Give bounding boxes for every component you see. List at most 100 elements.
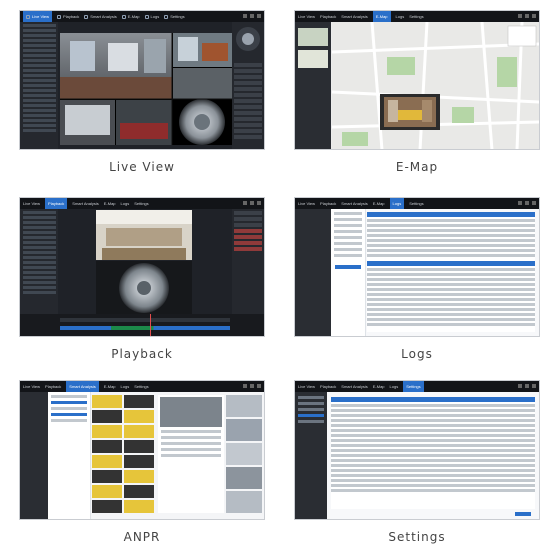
- logs-card: Live View Playback Smart Analysis E-Map …: [294, 197, 540, 361]
- window-controls[interactable]: [518, 384, 536, 388]
- tab-playback[interactable]: Playback: [45, 198, 68, 209]
- device-tree[interactable]: [20, 209, 58, 314]
- settings-card: Live View Playback Smart Analysis E-Map …: [294, 380, 540, 544]
- tab-live-view[interactable]: Live View: [23, 201, 40, 206]
- tab-smart-analysis[interactable]: Smart Analysis: [341, 201, 367, 206]
- playback-timeline[interactable]: [20, 314, 264, 336]
- window-controls[interactable]: [518, 14, 536, 18]
- plate-grid[interactable]: [92, 395, 154, 513]
- anpr-screenshot[interactable]: Live View Playback Smart Analysis E-Map …: [19, 380, 265, 520]
- tab-logs[interactable]: Logs: [144, 14, 159, 19]
- tab-live-view[interactable]: Live View: [298, 384, 315, 389]
- tab-label: Playback: [48, 201, 65, 206]
- map-thumbnail[interactable]: [298, 28, 328, 46]
- map-list-panel[interactable]: [295, 22, 331, 149]
- tab-smart-analysis[interactable]: Smart Analysis: [341, 384, 367, 389]
- tab-label: Smart Analysis: [72, 201, 99, 206]
- anpr-detail-panel[interactable]: [158, 395, 224, 513]
- logs-table[interactable]: [367, 212, 535, 332]
- tab-smart-analysis[interactable]: Smart Analysis: [66, 381, 99, 392]
- playback-video[interactable]: [96, 210, 192, 314]
- tab-e-map[interactable]: E-Map: [121, 14, 140, 19]
- tab-settings[interactable]: Settings: [164, 14, 185, 19]
- tab-e-map[interactable]: E-Map: [373, 201, 385, 206]
- tab-playback[interactable]: Playback: [45, 384, 61, 389]
- table-header: [331, 397, 535, 402]
- tab-label: Smart Analysis: [341, 384, 368, 389]
- tab-smart-analysis[interactable]: Smart Analysis: [84, 14, 117, 19]
- tab-label: Playback: [63, 14, 80, 19]
- tab-settings[interactable]: Settings: [409, 14, 423, 19]
- device-tree[interactable]: [20, 22, 58, 149]
- logs-filter-panel[interactable]: [331, 209, 366, 336]
- caption-e-map: E-Map: [395, 160, 439, 174]
- e-map-screenshot[interactable]: Live View Playback Smart Analysis E-Map …: [294, 10, 540, 150]
- settings-nav[interactable]: [295, 392, 327, 519]
- ptz-panel[interactable]: [232, 22, 264, 149]
- tab-settings[interactable]: Settings: [409, 201, 423, 206]
- tab-live-view[interactable]: Live View: [298, 201, 315, 206]
- window-controls[interactable]: [243, 201, 261, 205]
- window-controls[interactable]: [518, 201, 536, 205]
- live-view-screenshot[interactable]: Live View Playback Smart Analysis E-Map …: [19, 10, 265, 150]
- tab-live-view[interactable]: Live View: [23, 384, 40, 389]
- tab-label: Settings: [406, 384, 421, 389]
- table-header: [367, 212, 535, 217]
- tab-e-map[interactable]: E-Map: [373, 384, 385, 389]
- tab-settings[interactable]: Settings: [403, 381, 424, 392]
- tab-settings[interactable]: Settings: [134, 201, 148, 206]
- tab-label: Settings: [170, 14, 185, 19]
- caption-anpr: ANPR: [123, 530, 161, 544]
- tab-label: Smart Analysis: [341, 201, 368, 206]
- camera-feeds: [60, 33, 232, 145]
- tab-playback[interactable]: Playback: [320, 14, 336, 19]
- analysis-icon: [84, 14, 89, 19]
- tab-label: Logs: [389, 384, 399, 389]
- tab-live-view[interactable]: Live View: [23, 11, 53, 22]
- tab-smart-analysis[interactable]: Smart Analysis: [72, 201, 98, 206]
- vehicle-image: [160, 397, 222, 427]
- tab-logs[interactable]: Logs: [389, 198, 405, 209]
- tab-label: Playback: [320, 384, 337, 389]
- tab-label: Playback: [320, 201, 337, 206]
- playback-right-panel[interactable]: [232, 209, 264, 314]
- anpr-device-list[interactable]: [48, 392, 91, 519]
- settings-save-button[interactable]: [515, 512, 531, 516]
- tab-label: Live View: [23, 384, 41, 389]
- search-button[interactable]: [335, 265, 361, 269]
- tab-e-map[interactable]: E-Map: [104, 384, 116, 389]
- tab-label: Logs: [120, 201, 130, 206]
- ptz-joystick[interactable]: [232, 22, 264, 56]
- gear-icon: [164, 14, 169, 19]
- tab-settings[interactable]: Settings: [134, 384, 148, 389]
- tab-playback[interactable]: Playback: [320, 384, 336, 389]
- tab-logs[interactable]: Logs: [390, 384, 399, 389]
- tab-label: Logs: [392, 201, 402, 206]
- tab-logs[interactable]: Logs: [121, 384, 130, 389]
- playback-card: Live View Playback Smart Analysis E-Map …: [19, 197, 265, 361]
- video-grid[interactable]: [60, 33, 232, 145]
- tab-e-map[interactable]: E-Map: [372, 11, 391, 22]
- tab-label: Playback: [320, 14, 337, 19]
- logs-screenshot[interactable]: Live View Playback Smart Analysis E-Map …: [294, 197, 540, 337]
- tab-label: Live View: [32, 14, 50, 19]
- tab-label: E-Map: [103, 201, 116, 206]
- tab-logs[interactable]: Logs: [396, 14, 405, 19]
- map-canvas[interactable]: [332, 22, 540, 150]
- tab-live-view[interactable]: Live View: [298, 14, 315, 19]
- tab-label: E-Map: [372, 201, 385, 206]
- window-controls[interactable]: [243, 14, 261, 18]
- tab-label: E-Map: [103, 384, 116, 389]
- tab-playback[interactable]: Playback: [320, 201, 336, 206]
- timeline-cursor: [150, 314, 151, 336]
- tab-e-map[interactable]: E-Map: [104, 201, 116, 206]
- anpr-car-list[interactable]: [226, 395, 262, 513]
- settings-screenshot[interactable]: Live View Playback Smart Analysis E-Map …: [294, 380, 540, 520]
- tab-smart-analysis[interactable]: Smart Analysis: [341, 14, 367, 19]
- playback-screenshot[interactable]: Live View Playback Smart Analysis E-Map …: [19, 197, 265, 337]
- tab-playback[interactable]: Playback: [57, 14, 79, 19]
- map-thumbnail[interactable]: [298, 50, 328, 68]
- tab-logs[interactable]: Logs: [121, 201, 130, 206]
- settings-table[interactable]: [331, 397, 535, 509]
- window-controls[interactable]: [243, 384, 261, 388]
